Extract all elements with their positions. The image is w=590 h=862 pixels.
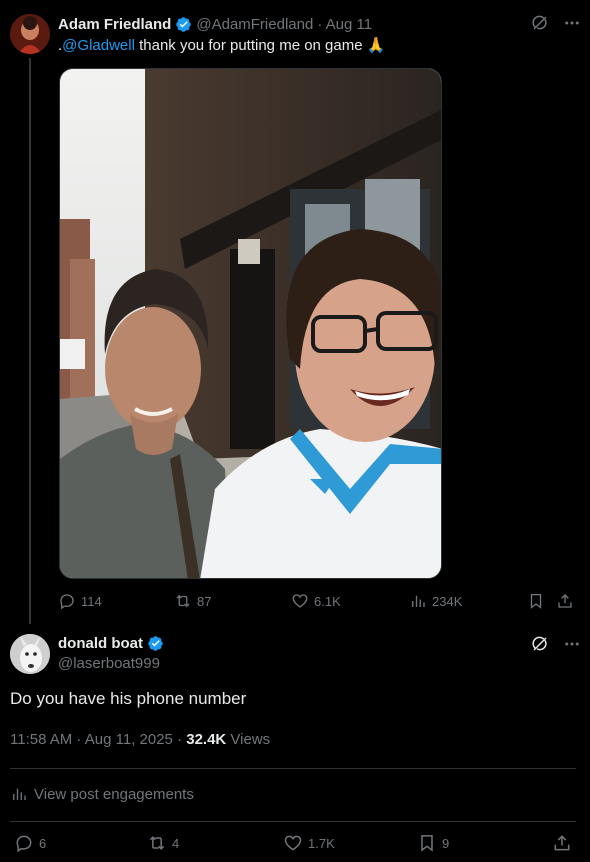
views-button[interactable]: 234K bbox=[409, 592, 462, 610]
verified-badge-icon bbox=[176, 16, 192, 32]
view-count: 32.4K bbox=[186, 731, 227, 748]
like-icon bbox=[284, 835, 302, 851]
repost-icon bbox=[149, 836, 165, 850]
repost-icon bbox=[176, 594, 190, 608]
view-count: 234K bbox=[432, 593, 463, 609]
verified-badge-icon bbox=[148, 636, 163, 651]
grok-icon[interactable] bbox=[531, 14, 549, 32]
focal-top-actions bbox=[531, 635, 581, 653]
tweet-date[interactable]: · Aug 11 bbox=[317, 16, 372, 33]
tweet-text: .@Gladwell thank you for putting me on g… bbox=[58, 36, 385, 56]
author-name[interactable]: donald boat bbox=[58, 635, 143, 652]
author-handle[interactable]: @laserboat999 bbox=[58, 655, 160, 672]
repost-button[interactable]: 4 bbox=[147, 833, 179, 853]
share-icon bbox=[558, 594, 572, 608]
reply-button[interactable]: 6 bbox=[14, 833, 46, 853]
bookmark-button[interactable]: 9 bbox=[417, 833, 449, 853]
tweet-text-body: thank you for putting me on game 🙏 bbox=[134, 37, 386, 54]
repost-button[interactable]: 87 bbox=[174, 592, 211, 610]
avatar[interactable] bbox=[10, 14, 50, 54]
thread-line bbox=[29, 58, 31, 624]
divider bbox=[10, 768, 576, 769]
selfie-image bbox=[60, 69, 441, 578]
tweet-header: Adam Friedland @AdamFriedland · Aug 11 bbox=[58, 14, 372, 34]
like-icon bbox=[292, 594, 308, 608]
views-icon bbox=[13, 788, 26, 800]
bookmark-icon bbox=[421, 835, 433, 852]
bookmark-icon bbox=[530, 593, 542, 609]
reply-icon bbox=[60, 594, 74, 610]
tweet-action-bar: 114 87 6.1K 234K bbox=[58, 592, 578, 614]
more-icon[interactable] bbox=[563, 14, 581, 32]
bookmark-button[interactable] bbox=[527, 592, 545, 610]
tweet-meta: 11:58 AM · Aug 11, 2025 · 32.4K Views bbox=[10, 731, 270, 748]
divider bbox=[10, 821, 576, 822]
author-handle[interactable]: @AdamFriedland bbox=[196, 16, 313, 33]
tweet-action-bar: 6 4 1.7K 9 bbox=[10, 833, 576, 855]
grok-icon[interactable] bbox=[531, 635, 549, 653]
reply-count: 6 bbox=[39, 835, 47, 851]
tweet-text: Do you have his phone number bbox=[10, 689, 247, 708]
share-icon bbox=[554, 835, 570, 851]
view-engagements-link[interactable]: View post engagements bbox=[10, 785, 194, 803]
author-name[interactable]: Adam Friedland bbox=[58, 16, 171, 33]
repost-count: 4 bbox=[172, 835, 180, 851]
like-button[interactable]: 6.1K bbox=[291, 592, 341, 610]
reply-button[interactable]: 114 bbox=[58, 592, 102, 610]
like-count: 1.7K bbox=[308, 835, 335, 851]
reply-icon bbox=[16, 835, 32, 853]
share-button[interactable] bbox=[556, 592, 574, 610]
bookmark-count: 9 bbox=[442, 835, 450, 851]
repost-count: 87 bbox=[197, 593, 212, 609]
tweet-timestamp[interactable]: 11:58 AM · Aug 11, 2025 · bbox=[10, 731, 186, 748]
mention-link[interactable]: @Gladwell bbox=[62, 37, 135, 54]
share-button[interactable] bbox=[552, 833, 572, 853]
like-button[interactable]: 1.7K bbox=[283, 833, 335, 853]
reply-count: 114 bbox=[81, 593, 102, 609]
focal-author: donald boat bbox=[58, 635, 164, 652]
views-label: Views bbox=[226, 731, 271, 748]
avatar[interactable] bbox=[10, 634, 50, 674]
like-count: 6.1K bbox=[314, 593, 341, 609]
more-icon[interactable] bbox=[563, 635, 581, 653]
tweet-photo[interactable] bbox=[59, 68, 442, 579]
tweet-top-actions bbox=[531, 14, 581, 32]
views-icon bbox=[412, 595, 425, 607]
engagements-label: View post engagements bbox=[34, 785, 194, 803]
